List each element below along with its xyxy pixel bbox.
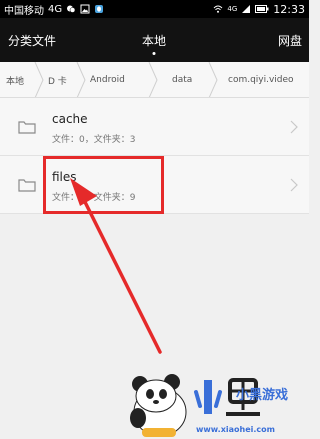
breadcrumb-item-sdcard[interactable]: D 卡	[48, 62, 67, 97]
folder-icon	[18, 121, 36, 134]
file-name: cache	[52, 112, 88, 126]
status-right: 4G 12:33	[213, 3, 305, 16]
tab-categories[interactable]: 分类文件	[8, 18, 68, 62]
breadcrumb-separator-icon	[208, 62, 218, 97]
tab-bar: 分类文件 本地 网盘	[0, 18, 309, 62]
wifi-icon	[214, 5, 223, 13]
watermark-url: www.xiaohei.com	[196, 425, 275, 434]
qq-icon	[95, 5, 104, 13]
chevron-right-icon	[290, 120, 298, 134]
image-icon	[80, 4, 90, 14]
highlight-box	[43, 156, 164, 214]
chevron-right-icon	[290, 178, 298, 192]
breadcrumb: 本地 D 卡 Android data com.qiyi.video	[0, 62, 309, 98]
breadcrumb-item-data[interactable]: data	[172, 62, 192, 97]
wechat-icon	[67, 5, 76, 13]
signal-network-label: 4G	[227, 5, 238, 13]
status-left: 中国移动 4G	[4, 2, 104, 17]
folder-icon	[18, 179, 36, 192]
breadcrumb-separator-icon	[34, 62, 44, 97]
tab-local[interactable]: 本地	[124, 18, 184, 62]
network-label: 4G	[48, 3, 63, 15]
tab-cloud[interactable]: 网盘	[242, 18, 302, 62]
signal-icon	[242, 5, 251, 13]
list-item[interactable]: cache 文件：0，文件夹：3	[0, 98, 309, 156]
file-meta: 文件：0，文件夹：3	[52, 135, 136, 145]
breadcrumb-item-local[interactable]: 本地	[6, 62, 24, 97]
breadcrumb-separator-icon	[76, 62, 86, 97]
carrier-label: 中国移动	[4, 5, 44, 17]
battery-icon	[255, 5, 269, 13]
status-time: 12:33	[273, 2, 305, 16]
watermark-title: 小黑游戏	[236, 388, 289, 403]
breadcrumb-item-android[interactable]: Android	[90, 62, 125, 97]
breadcrumb-separator-icon	[148, 62, 158, 97]
breadcrumb-item-current[interactable]: com.qiyi.video	[228, 62, 294, 97]
status-bar: 中国移动 4G 4G 12:33	[0, 0, 309, 18]
